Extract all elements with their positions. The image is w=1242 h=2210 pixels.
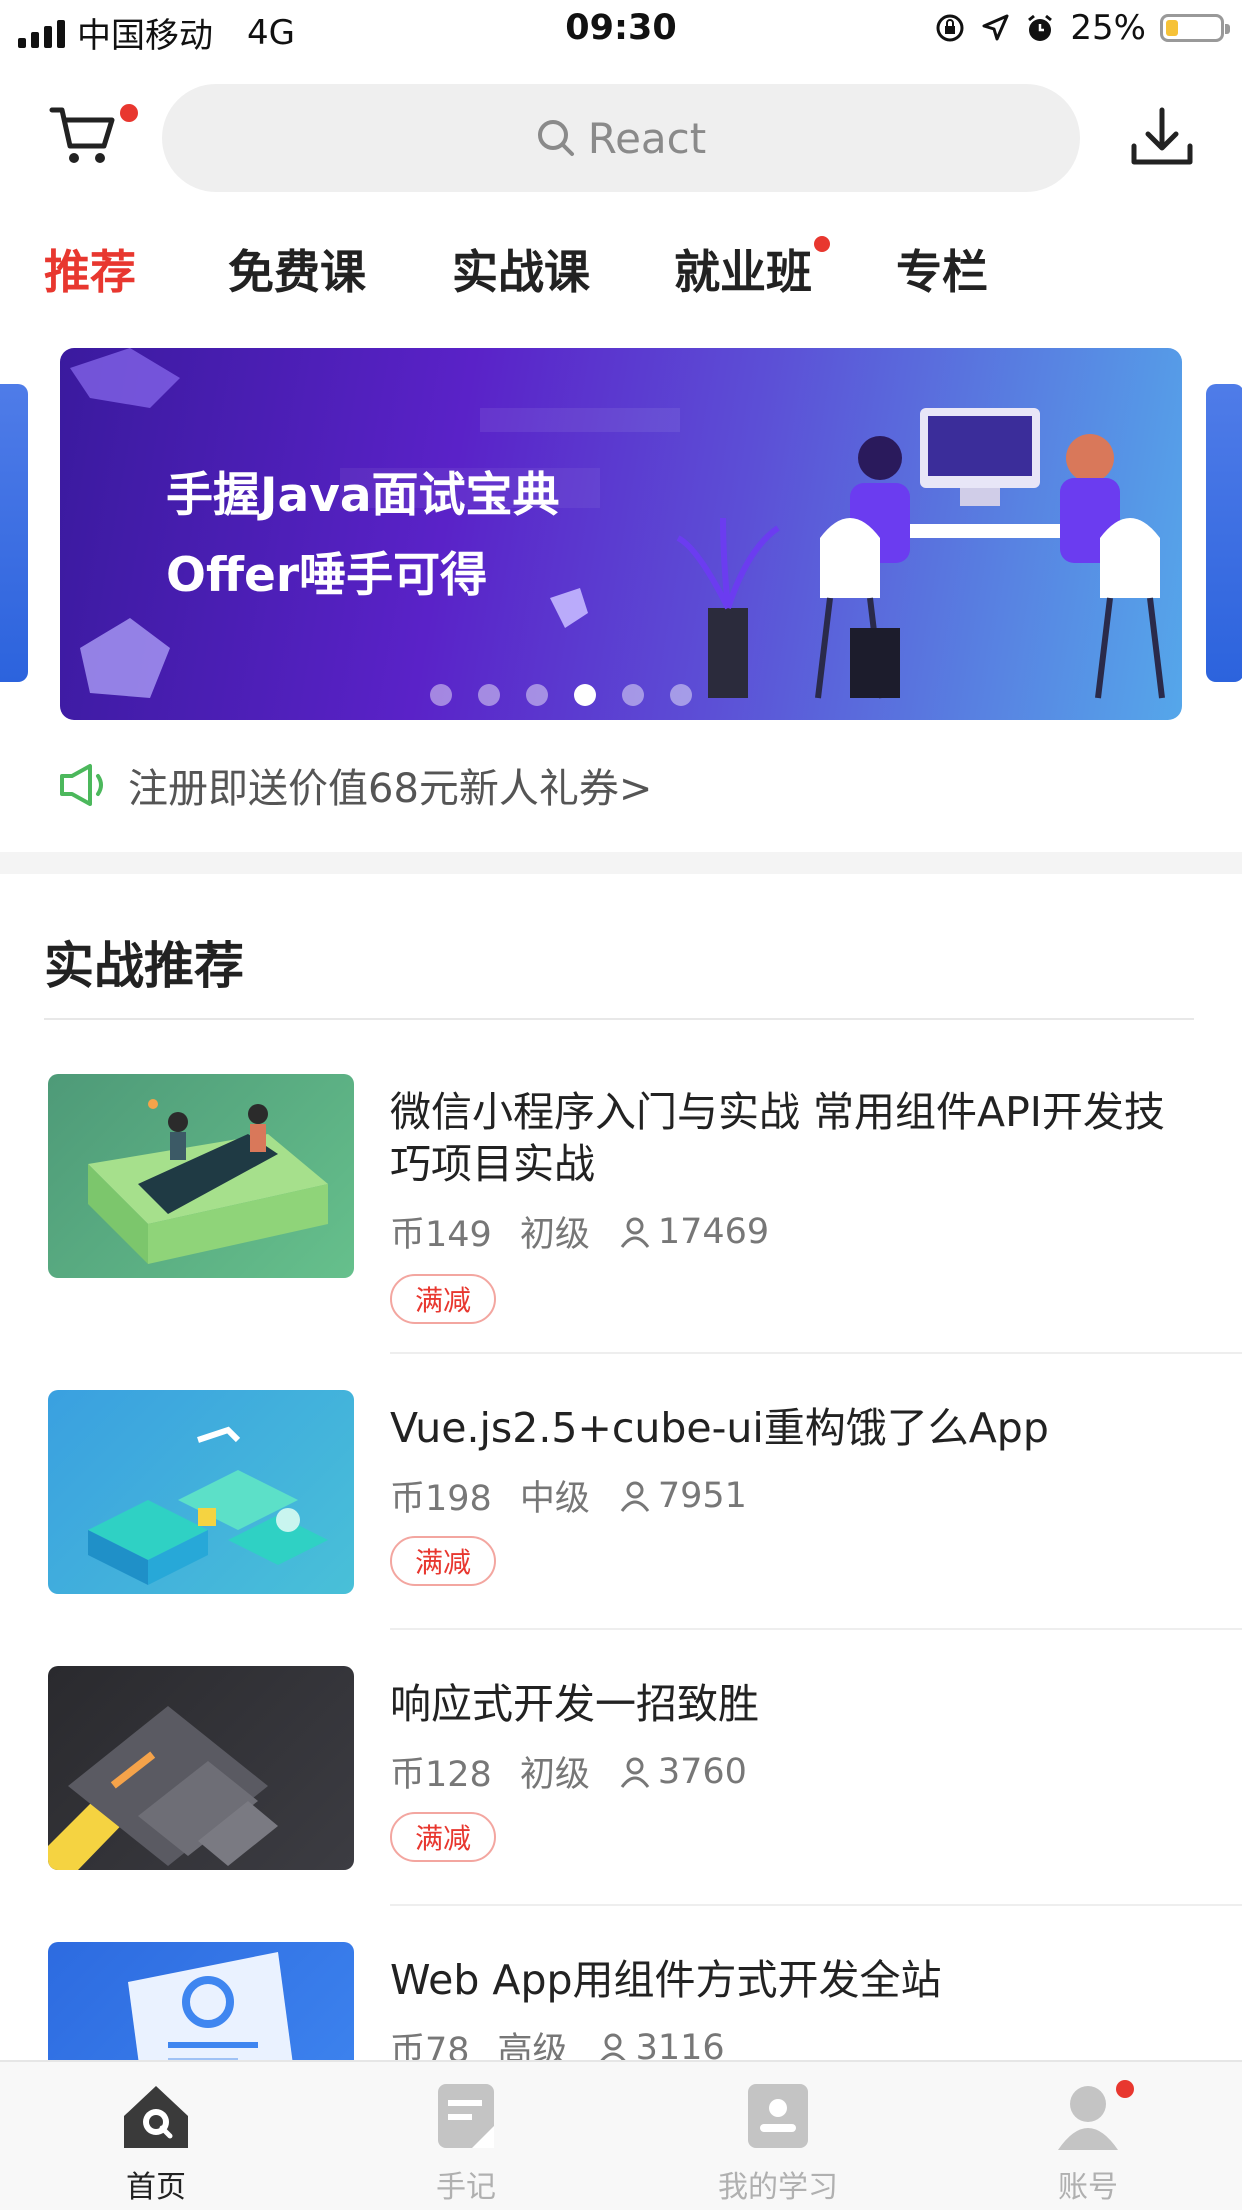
list-divider bbox=[390, 1352, 1242, 1354]
status-bar: 中国移动 4G 09:30 25% bbox=[0, 0, 1242, 60]
user-icon bbox=[620, 1481, 650, 1512]
category-tabs: 推荐 免费课 实战课 就业班 专栏 bbox=[0, 236, 1242, 316]
course-meta: 币128 初级 3760 bbox=[390, 1746, 803, 1797]
notes-icon bbox=[438, 2084, 494, 2148]
list-divider bbox=[390, 1904, 1242, 1906]
promo-banner[interactable]: 手握Java面试宝典 Offer唾手可得 bbox=[60, 348, 1182, 720]
status-right: 25% bbox=[934, 8, 1230, 48]
tab-employment-class[interactable]: 就业班 bbox=[674, 236, 812, 302]
discount-tag: 满减 bbox=[390, 1536, 496, 1586]
cart-icon[interactable] bbox=[48, 100, 122, 174]
learner-count: 3760 bbox=[657, 1751, 747, 1792]
nav-account[interactable]: 账号 bbox=[988, 2078, 1188, 2206]
course-level: 初级 bbox=[519, 1215, 590, 1255]
course-price: 币198 bbox=[390, 1479, 492, 1519]
course-price: 币149 bbox=[390, 1215, 492, 1255]
learner-count: 17469 bbox=[657, 1211, 770, 1252]
course-learners: 17469 bbox=[618, 1212, 797, 1252]
user-icon bbox=[620, 1217, 650, 1248]
user-icon bbox=[620, 1757, 650, 1788]
list-divider bbox=[390, 1628, 1242, 1630]
learner-count: 7951 bbox=[657, 1475, 747, 1516]
section-title: 实战推荐 bbox=[44, 937, 244, 995]
nav-my-learning[interactable]: 我的学习 bbox=[678, 2078, 878, 2206]
account-badge-dot bbox=[1116, 2080, 1134, 2098]
course-title[interactable]: 微信小程序入门与实战 常用组件API开发技巧项目实战 bbox=[390, 1086, 1200, 1190]
section-divider bbox=[44, 1018, 1194, 1020]
learning-icon bbox=[748, 2084, 808, 2148]
search-placeholder: React bbox=[587, 113, 707, 163]
carousel-dot[interactable] bbox=[526, 684, 548, 706]
nav-home-label: 首页 bbox=[126, 2170, 186, 2205]
course-level: 初级 bbox=[519, 1755, 590, 1795]
tab-columns[interactable]: 专栏 bbox=[896, 236, 988, 302]
search-bar[interactable]: React bbox=[162, 84, 1080, 192]
download-icon[interactable] bbox=[1128, 104, 1196, 172]
search-icon bbox=[537, 120, 574, 156]
carousel-indicator bbox=[60, 684, 1182, 706]
alarm-icon bbox=[1028, 14, 1053, 41]
carousel-dot[interactable] bbox=[430, 684, 452, 706]
banner-line-1: 手握Java面试宝典 bbox=[166, 468, 560, 523]
course-thumbnail-art bbox=[88, 1426, 328, 1585]
carousel-dot[interactable] bbox=[670, 684, 692, 706]
course-thumbnail-art bbox=[88, 1099, 328, 1264]
carousel-dot[interactable] bbox=[478, 684, 500, 706]
course-title[interactable]: Web App用组件方式开发全站 bbox=[390, 1954, 1200, 2006]
course-learners: 7951 bbox=[618, 1476, 775, 1516]
promo-link[interactable]: 注册即送价值68元新人礼券> bbox=[58, 756, 652, 814]
bottom-tab-bar: 首页 手记 我的学习 账号 bbox=[0, 2060, 1242, 2210]
orientation-lock-icon bbox=[936, 14, 964, 42]
course-level: 中级 bbox=[519, 1479, 590, 1519]
megaphone-icon bbox=[60, 764, 103, 806]
nav-my-learning-label: 我的学习 bbox=[718, 2170, 838, 2205]
discount-tag: 满减 bbox=[390, 1812, 496, 1862]
course-thumbnail[interactable] bbox=[48, 1390, 354, 1594]
location-icon bbox=[982, 14, 1009, 41]
tab-recommend[interactable]: 推荐 bbox=[44, 236, 136, 302]
banner-line-2: Offer唾手可得 bbox=[166, 548, 488, 603]
carousel-dot-active[interactable] bbox=[574, 684, 596, 706]
banner-prev-peek[interactable] bbox=[0, 384, 28, 682]
banner-illustration bbox=[70, 348, 1165, 699]
course-meta: 币149 初级 17469 bbox=[390, 1206, 825, 1257]
course-title[interactable]: Vue.js2.5+cube-ui重构饿了么App bbox=[390, 1402, 1200, 1454]
account-icon bbox=[1058, 2086, 1118, 2150]
battery-percent: 25% bbox=[1070, 8, 1146, 48]
section-spacer bbox=[0, 852, 1242, 874]
course-thumbnail[interactable] bbox=[48, 1666, 354, 1870]
nav-account-label: 账号 bbox=[1058, 2170, 1118, 2205]
tab-free-courses[interactable]: 免费课 bbox=[228, 236, 366, 302]
course-thumbnail[interactable] bbox=[48, 1074, 354, 1278]
battery-icon bbox=[1160, 14, 1230, 42]
carousel-dot[interactable] bbox=[622, 684, 644, 706]
discount-tag: 满减 bbox=[390, 1274, 496, 1324]
banner-next-peek[interactable] bbox=[1206, 384, 1242, 682]
home-icon bbox=[124, 2086, 188, 2148]
promo-text: 注册即送价值68元新人礼券> bbox=[128, 766, 653, 812]
course-title[interactable]: 响应式开发一招致胜 bbox=[390, 1678, 1200, 1730]
cart-badge-dot bbox=[120, 104, 138, 122]
course-thumbnail-art bbox=[48, 1706, 278, 1870]
tab-practical-courses[interactable]: 实战课 bbox=[452, 236, 590, 302]
nav-notes-label: 手记 bbox=[436, 2170, 496, 2205]
course-learners: 3760 bbox=[618, 1752, 775, 1792]
nav-notes[interactable]: 手记 bbox=[366, 2078, 566, 2206]
course-price: 币128 bbox=[390, 1755, 492, 1795]
course-meta: 币198 中级 7951 bbox=[390, 1470, 803, 1521]
tab-badge-dot bbox=[814, 236, 830, 252]
nav-home[interactable]: 首页 bbox=[56, 2078, 256, 2206]
